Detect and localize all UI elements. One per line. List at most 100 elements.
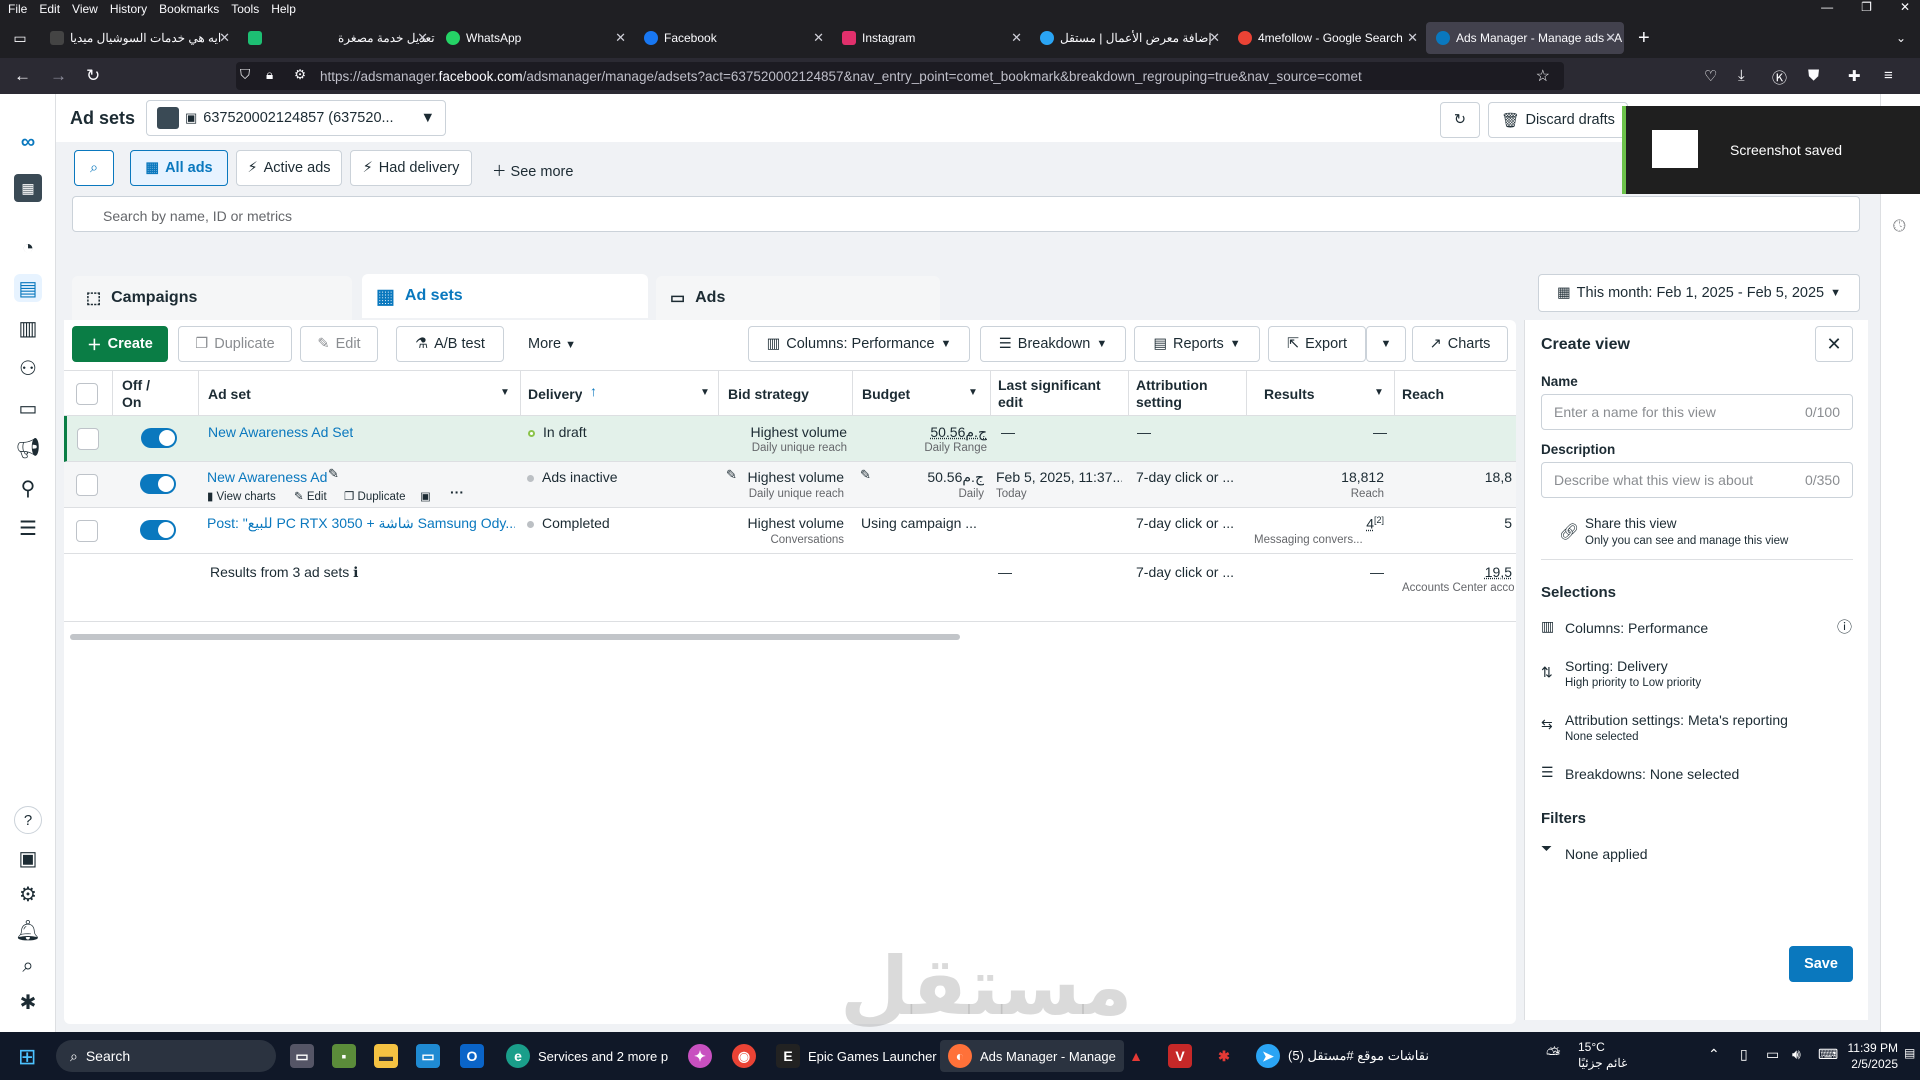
discard-drafts-button[interactable]: 🗑︎ Discard drafts <box>1488 102 1628 138</box>
row-edit-action[interactable]: ✎ Edit <box>294 489 327 503</box>
row-checkbox[interactable] <box>76 520 98 542</box>
close-tab-icon[interactable]: ✕ <box>1011 30 1022 46</box>
budget-value[interactable]: 50.56ج.م <box>887 424 987 441</box>
pocket-icon[interactable]: ♡ <box>1704 67 1717 85</box>
header-adset[interactable]: Ad set <box>208 386 251 402</box>
dashboard-icon[interactable]: ◔ <box>14 234 42 262</box>
reports-icon[interactable]: ▥ <box>14 314 42 342</box>
notification-icon[interactable]: ▤ <box>1904 1046 1915 1060</box>
view-name-field[interactable]: Enter a name for this view 0/100 <box>1541 394 1853 430</box>
table-row[interactable]: New Awareness Ad Set In draft Highest vo… <box>64 416 1516 462</box>
edit-budget-pencil-icon[interactable]: ✎ <box>860 467 871 483</box>
adset-name-link[interactable]: Post: "للبيع PC RTX 3050 + شاشة Samsung … <box>207 515 515 532</box>
taskbar-telegram[interactable]: ➤ نقاشات موقع #مستقل (5) <box>1256 1040 1429 1072</box>
rename-pencil-icon[interactable]: ✎ <box>328 466 339 482</box>
news-icon[interactable]: ▣ <box>14 844 42 872</box>
taskbar-task-view[interactable]: ▭ <box>290 1040 314 1072</box>
search-input[interactable]: Search by name, ID or metrics <box>72 196 1860 232</box>
taskbar-app-red[interactable]: ▲ <box>1124 1040 1148 1072</box>
forward-icon[interactable]: → <box>50 66 67 86</box>
close-tab-icon[interactable]: ✕ <box>615 30 626 46</box>
charts-button[interactable]: ↗ Charts <box>1412 326 1508 362</box>
select-all-checkbox[interactable] <box>76 383 98 405</box>
reports-button[interactable]: ▤ Reports ▼ <box>1134 326 1260 362</box>
budget-value[interactable]: 50.56ج.م <box>884 469 984 486</box>
history-clock-icon[interactable]: 🕓︎ <box>1893 218 1906 236</box>
taskbar-edge[interactable]: e Services and 2 more pa <box>506 1040 668 1072</box>
browser-tab[interactable]: WhatsApp ✕ <box>436 22 634 54</box>
help-icon[interactable]: ? <box>14 806 42 834</box>
menu-tools[interactable]: Tools <box>231 2 259 16</box>
view-description-field[interactable]: Describe what this view is about 0/350 <box>1541 462 1853 498</box>
tray-usb-icon[interactable]: ▯ <box>1740 1046 1748 1063</box>
header-last-edit[interactable]: Last significant edit <box>998 377 1118 411</box>
chevron-down-icon[interactable]: ▼ <box>1374 387 1384 398</box>
clock[interactable]: 11:39 PM 2/5/2025 <box>1838 1040 1898 1072</box>
account-avatar-icon[interactable]: ▦ <box>14 174 42 202</box>
browser-tab[interactable]: Instagram ✕ <box>832 22 1030 54</box>
audiences-icon[interactable]: ⚇ <box>14 354 42 382</box>
horizontal-scrollbar[interactable] <box>70 634 960 640</box>
row-toggle[interactable] <box>141 428 177 448</box>
taskbar-app-spider[interactable]: ✱ <box>1212 1040 1236 1072</box>
menu-file[interactable]: File <box>8 2 27 16</box>
extension-shield-icon[interactable]: ⛊ <box>1808 67 1819 84</box>
adset-name-link[interactable]: New Awareness Ad Set <box>208 424 353 440</box>
see-more-button[interactable]: ＋ See more <box>492 160 573 181</box>
events-icon[interactable]: ⚲ <box>14 474 42 502</box>
chevron-down-icon[interactable]: ▼ <box>500 387 510 398</box>
header-reach[interactable]: Reach <box>1402 386 1444 402</box>
settings-gear-icon[interactable]: ⚙︎ <box>14 880 42 908</box>
menu-view[interactable]: View <box>72 2 98 16</box>
close-tab-icon[interactable]: ✕ <box>1407 30 1418 46</box>
refresh-button[interactable]: ↻ <box>1440 102 1480 138</box>
browser-tab-active[interactable]: Ads Manager - Manage ads - A ✕ <box>1426 22 1624 54</box>
browser-tab[interactable]: Facebook ✕ <box>634 22 832 54</box>
meta-logo-icon[interactable]: ∞ <box>14 128 42 156</box>
taskbar-copilot[interactable]: ✦ <box>688 1040 712 1072</box>
volume-icon[interactable]: 🔊︎ <box>1792 1046 1801 1063</box>
search-toggle-button[interactable]: ⌕ <box>74 150 114 186</box>
tab-ads[interactable]: ▭ Ads <box>656 276 940 320</box>
taskbar-app-v[interactable]: V <box>1168 1040 1192 1072</box>
adset-name-link[interactable]: New Awareness Ad <box>207 469 327 485</box>
close-panel-button[interactable]: ✕ <box>1815 326 1853 362</box>
info-icon[interactable]: ⓘ <box>1837 616 1852 637</box>
billing-icon[interactable]: ▭ <box>14 394 42 422</box>
restore-icon[interactable]: ❐ <box>1861 0 1872 14</box>
row-toggle[interactable] <box>140 520 176 540</box>
row-checkbox[interactable] <box>76 474 98 496</box>
close-tab-icon[interactable]: ✕ <box>1605 30 1616 46</box>
network-icon[interactable]: ▭ <box>1766 1046 1779 1063</box>
create-button[interactable]: ＋ Create <box>72 326 168 362</box>
browser-tab[interactable]: تعديل خدمة مصغرة ✕ <box>238 22 436 54</box>
reload-icon[interactable]: ↻ <box>86 66 100 86</box>
breakdown-button[interactable]: ☰ Breakdown ▼ <box>980 326 1126 362</box>
tab-overflow-icon[interactable]: ⌄ <box>1896 31 1906 45</box>
url-field[interactable]: ⛉ 🔒︎ ⚙︎ https://adsmanager. facebook.com /… <box>236 62 1564 90</box>
windows-start-icon[interactable]: ⊞ <box>18 1044 36 1070</box>
account-selector[interactable]: ▣ 637520002124857 (637520... ▼ <box>146 100 446 136</box>
taskbar-store[interactable]: ▭ <box>416 1040 440 1072</box>
menu-edit[interactable]: Edit <box>39 2 60 16</box>
table-row[interactable]: Post: "للبيع PC RTX 3050 + شاشة Samsung … <box>64 508 1516 554</box>
columns-button[interactable]: ▥ Columns: Performance ▼ <box>748 326 970 362</box>
header-bid-strategy[interactable]: Bid strategy <box>728 386 809 402</box>
chevron-down-icon[interactable]: ▼ <box>700 387 710 398</box>
downloads-icon[interactable]: ⤓ <box>1738 67 1745 84</box>
taskbar-epic-games[interactable]: E Epic Games Launcher <box>776 1040 937 1072</box>
header-budget[interactable]: Budget <box>862 386 910 402</box>
export-button[interactable]: ⇱ Export <box>1268 326 1366 362</box>
edit-button[interactable]: ✎ Edit <box>300 326 378 362</box>
weather-widget[interactable]: ⛅︎ 15°C غائم جزئيًا <box>1546 1040 1686 1072</box>
view-charts-action[interactable]: ▮ View charts <box>207 489 276 503</box>
row-toggle[interactable] <box>140 474 176 494</box>
row-checkbox[interactable] <box>77 428 99 450</box>
account-icon[interactable]: Ⓚ <box>1772 67 1787 88</box>
all-tools-icon[interactable]: ☰ <box>14 514 42 542</box>
new-tab-icon[interactable]: + <box>1638 27 1650 50</box>
close-window-icon[interactable]: ✕ <box>1900 0 1910 14</box>
taskbar-outlook[interactable]: O <box>460 1040 484 1072</box>
preview-image-icon[interactable]: ▣ <box>420 489 431 503</box>
save-view-button[interactable]: Save <box>1789 946 1853 982</box>
